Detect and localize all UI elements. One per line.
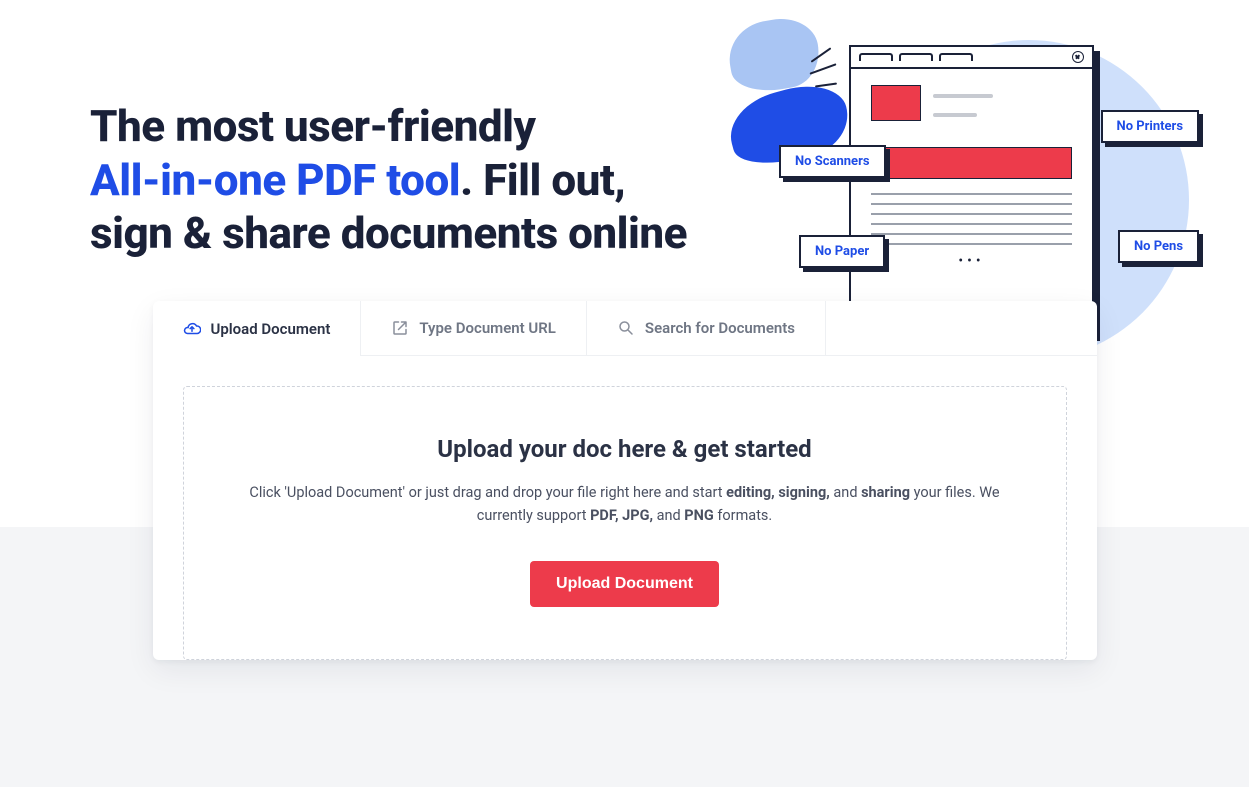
hero-illustration: ••• No Scanners No Printers No Paper No … xyxy=(729,20,1189,261)
tab-search-label: Search for Documents xyxy=(645,319,795,337)
dropzone[interactable]: Upload your doc here & get started Click… xyxy=(183,386,1067,660)
hero-accent: All-in-one PDF tool xyxy=(90,154,460,206)
external-link-icon xyxy=(391,319,409,337)
speed-lines-icon xyxy=(809,50,839,100)
search-icon xyxy=(617,319,635,337)
tag-no-pens: No Pens xyxy=(1118,230,1199,263)
hero-section: The most user-friendly All-in-one PDF to… xyxy=(0,0,1249,301)
upload-document-button[interactable]: Upload Document xyxy=(530,561,719,607)
ellipsis-icon: ••• xyxy=(871,253,1072,269)
hero-line3: sign & share documents online xyxy=(90,207,687,259)
upload-tabs: Upload Document Type Document URL Search… xyxy=(153,301,1097,356)
docwin-titlebar xyxy=(851,47,1092,69)
dropzone-title: Upload your doc here & get started xyxy=(244,435,1006,463)
tab-url-label: Type Document URL xyxy=(419,319,556,337)
tag-no-paper: No Paper xyxy=(799,235,885,268)
tab-upload-label: Upload Document xyxy=(211,320,331,338)
upload-card: Upload Document Type Document URL Search… xyxy=(153,301,1097,660)
dropzone-description: Click 'Upload Document' or just drag and… xyxy=(244,481,1006,527)
hero-title: The most user-friendly All-in-one PDF to… xyxy=(90,100,729,261)
tag-no-scanners: No Scanners xyxy=(779,145,886,178)
hero-text: The most user-friendly All-in-one PDF to… xyxy=(90,100,729,261)
tab-type-url[interactable]: Type Document URL xyxy=(361,301,587,356)
cloud-upload-icon xyxy=(183,320,201,338)
tab-upload-document[interactable]: Upload Document xyxy=(153,301,362,356)
tag-no-printers: No Printers xyxy=(1101,110,1199,143)
close-icon xyxy=(1072,51,1084,63)
hero-line2-rest: . Fill out, xyxy=(460,154,625,206)
document-window-illustration: ••• xyxy=(849,45,1094,335)
tab-search-documents[interactable]: Search for Documents xyxy=(587,301,826,356)
hero-line1: The most user-friendly xyxy=(90,100,535,152)
